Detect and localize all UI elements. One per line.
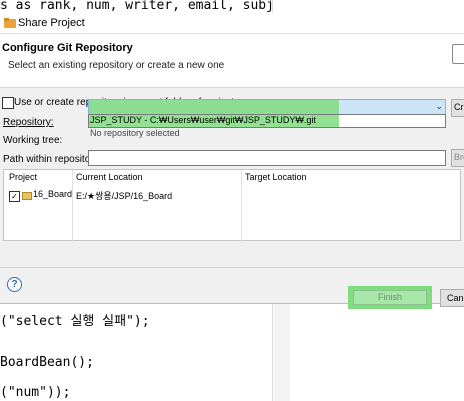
code-line-board-bean: BoardBean(); — [0, 355, 94, 370]
dialog-titlebar[interactable]: Share Project — [0, 13, 464, 34]
dialog-title: Share Project — [18, 17, 85, 29]
column-header-target-location[interactable]: Target Location — [245, 172, 307, 182]
repository-option[interactable]: JSP_STUDY - C:₩Users₩user₩git₩JSP_STUDY₩… — [90, 115, 316, 125]
column-separator — [72, 170, 73, 242]
repository-dropdown-list[interactable]: JSP_STUDY - C:₩Users₩user₩git₩JSP_STUDY₩… — [88, 114, 446, 128]
column-separator — [241, 170, 242, 242]
project-name-cell[interactable]: 16_Board — [33, 189, 72, 199]
project-table[interactable]: Project Current Location Target Location… — [3, 169, 461, 242]
current-location-cell: E:/★쌍용/JSP/16_Board — [76, 191, 173, 201]
banner-title: Configure Git Repository — [2, 42, 133, 54]
working-tree-field: No repository selected — [88, 127, 446, 141]
project-folder-icon — [22, 192, 32, 200]
repository-combo-highlight — [89, 100, 339, 114]
cancel-button[interactable]: Canc — [440, 289, 464, 307]
help-icon[interactable]: ? — [7, 277, 22, 292]
finish-button-highlight: Finish — [348, 286, 432, 309]
column-header-current-location[interactable]: Current Location — [76, 172, 143, 182]
code-line-error-message: ("select 실행 실패"); — [0, 314, 150, 329]
git-wizard-icon — [452, 44, 464, 64]
banner-description: Select an existing repository or create … — [8, 60, 225, 71]
finish-button[interactable]: Finish — [353, 290, 427, 305]
path-within-repository-label: Path within repository: — [3, 154, 102, 165]
working-tree-label: Working tree: — [3, 135, 63, 146]
share-project-icon — [4, 18, 16, 28]
create-repository-button[interactable]: Cr — [451, 99, 464, 117]
repository-combo[interactable]: ⌄ — [88, 99, 446, 115]
chevron-down-icon[interactable]: ⌄ — [435, 101, 443, 112]
column-header-project[interactable]: Project — [9, 172, 37, 182]
browse-button[interactable]: Brc — [451, 149, 464, 167]
editor-scrollbar[interactable] — [274, 298, 290, 401]
path-within-repository-input[interactable] — [88, 150, 446, 166]
button-bar-divider — [0, 267, 464, 268]
share-project-dialog: Share Project Configure Git Repository S… — [0, 13, 464, 309]
project-row-checkbox[interactable]: ✓ — [9, 191, 20, 202]
use-parent-folder-checkbox[interactable] — [2, 97, 14, 109]
repository-label: Repository: — [3, 117, 54, 128]
code-line-get-num: ("num")); — [0, 385, 71, 400]
working-tree-value: No repository selected — [90, 128, 180, 138]
dialog-banner: Configure Git Repository Select an exist… — [0, 34, 464, 88]
